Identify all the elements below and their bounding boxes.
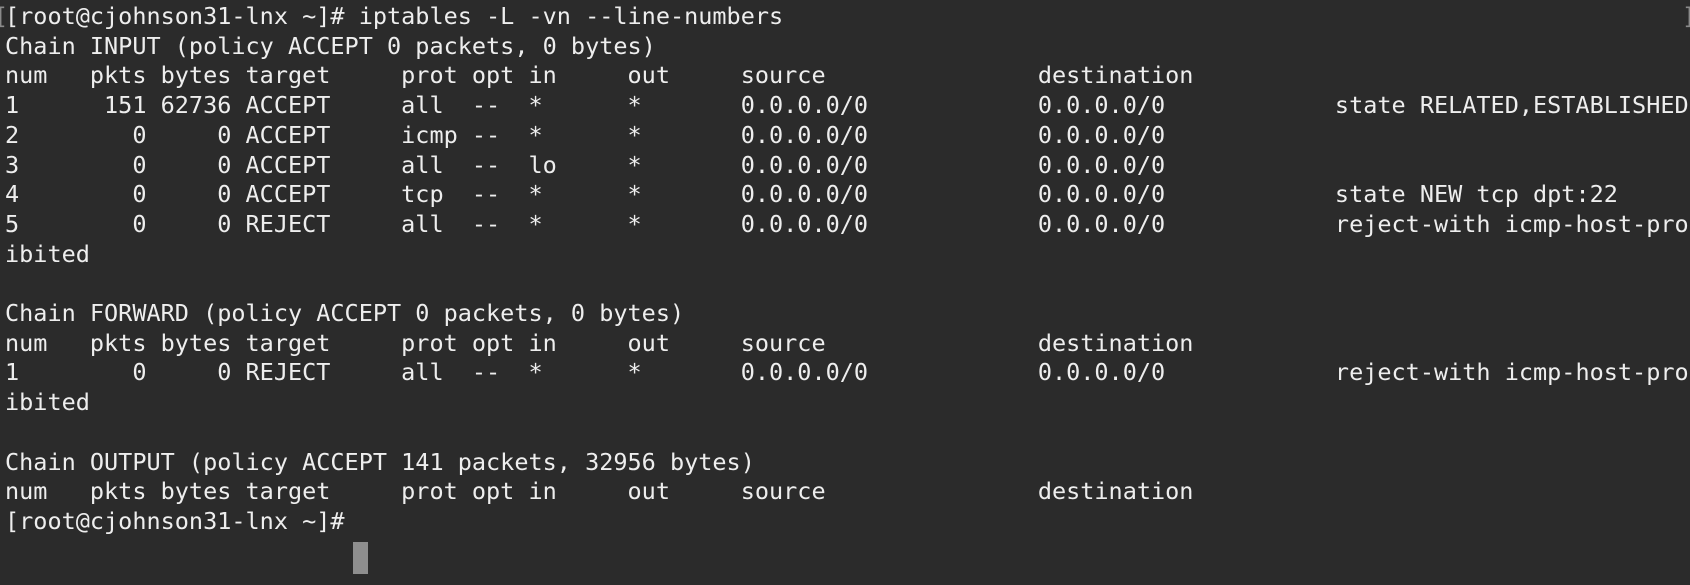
forward-rule-row-1: 1 0 0 REJECT all -- * * 0.0.0.0/0 0.0.0.… [5, 358, 1690, 387]
command-prompt-line: [root@cjohnson31-lnx ~]# iptables -L -vn… [5, 2, 784, 30]
input-rule-row-5-wrap: ibited [5, 239, 90, 268]
chain-forward-header: Chain FORWARD (policy ACCEPT 0 packets, … [5, 299, 685, 327]
terminal-window[interactable]: [ ] [root@cjohnson31-lnx ~]# iptables -L… [0, 0, 1690, 585]
chain-output-header: Chain OUTPUT (policy ACCEPT 141 packets,… [5, 447, 755, 476]
chain-input-header: Chain INPUT (policy ACCEPT 0 packets, 0 … [5, 31, 656, 60]
input-rule-row-4: 4 0 0 ACCEPT tcp -- * * 0.0.0.0/0 0.0.0.… [5, 180, 1618, 209]
text-cursor [353, 542, 368, 574]
input-rule-row-3: 3 0 0 ACCEPT all -- lo * 0.0.0.0/0 0.0.0… [5, 150, 1166, 179]
command-prompt[interactable]: [root@cjohnson31-lnx ~]# [5, 505, 359, 537]
output-column-headers: num pkts bytes target prot opt in out so… [5, 477, 1194, 506]
input-rule-row-5: 5 0 0 REJECT all -- * * 0.0.0.0/0 0.0.0.… [5, 209, 1690, 238]
terminal-mark-right: ] [1682, 0, 1690, 32]
forward-rule-row-1-wrap: ibited [5, 388, 90, 417]
input-column-headers: num pkts bytes target prot opt in out so… [5, 61, 1194, 90]
input-rule-row-1: 1 151 62736 ACCEPT all -- * * 0.0.0.0/0 … [5, 91, 1689, 120]
forward-column-headers: num pkts bytes target prot opt in out so… [5, 328, 1194, 357]
input-rule-row-2: 2 0 0 ACCEPT icmp -- * * 0.0.0.0/0 0.0.0… [5, 120, 1166, 149]
